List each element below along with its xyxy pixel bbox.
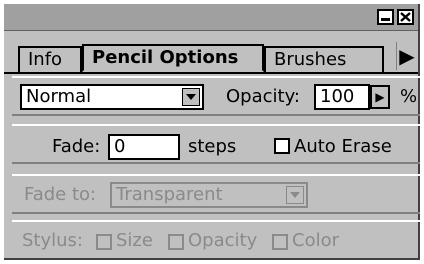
stylus-size-label: Size xyxy=(116,230,153,251)
fade-steps-input[interactable]: 0 xyxy=(108,134,180,160)
fade-label: Fade: xyxy=(52,136,101,157)
pencil-options-palette: Info Pencil Options Brushes ▶ Normal Opa… xyxy=(4,4,420,260)
opacity-input[interactable]: 100 xyxy=(314,84,370,110)
palette-menu-arrow-icon[interactable]: ▶ xyxy=(396,42,417,70)
stylus-label: Stylus: xyxy=(22,230,83,251)
fade-steps-value: 0 xyxy=(114,136,126,157)
auto-erase-checkbox[interactable] xyxy=(274,138,290,154)
tab-info-label: Info xyxy=(28,49,63,70)
palette-titlebar[interactable] xyxy=(4,4,418,31)
opacity-label: Opacity: xyxy=(226,86,300,107)
chevron-down-icon xyxy=(286,186,304,204)
tab-pencil-options[interactable]: Pencil Options xyxy=(82,44,264,72)
stylus-size-checkbox[interactable] xyxy=(96,234,112,250)
fade-row: Fade: 0 steps Auto Erase xyxy=(12,124,420,164)
blend-mode-select[interactable]: Normal xyxy=(20,84,204,110)
tab-row: Info Pencil Options Brushes ▶ xyxy=(4,40,418,74)
tab-brushes[interactable]: Brushes xyxy=(264,46,384,72)
stylus-opacity-checkbox[interactable] xyxy=(168,234,184,250)
chevron-down-icon xyxy=(182,88,200,106)
tab-info[interactable]: Info xyxy=(18,46,82,72)
opacity-slider-arrow-icon[interactable]: ▶ xyxy=(370,85,390,109)
close-icon[interactable] xyxy=(397,9,414,25)
tab-brushes-label: Brushes xyxy=(274,49,347,70)
minimize-icon[interactable] xyxy=(377,9,394,25)
mode-opacity-row: Normal Opacity: 100 ▶ % xyxy=(12,76,420,116)
fade-steps-label: steps xyxy=(188,136,237,157)
fade-to-row: Fade to: Transparent xyxy=(12,174,420,214)
fade-to-select[interactable]: Transparent xyxy=(110,182,308,208)
stylus-row: Stylus: Size Opacity Color xyxy=(12,220,420,260)
fade-to-value: Transparent xyxy=(116,184,223,205)
auto-erase-label: Auto Erase xyxy=(294,136,392,157)
tab-pencil-options-label: Pencil Options xyxy=(92,47,239,68)
stylus-color-checkbox[interactable] xyxy=(272,234,288,250)
stylus-color-label: Color xyxy=(292,230,339,251)
opacity-value: 100 xyxy=(320,86,355,107)
fade-to-label: Fade to: xyxy=(24,184,97,205)
opacity-unit: % xyxy=(400,86,418,107)
stylus-opacity-label: Opacity xyxy=(188,230,258,251)
blend-mode-value: Normal xyxy=(26,86,92,107)
